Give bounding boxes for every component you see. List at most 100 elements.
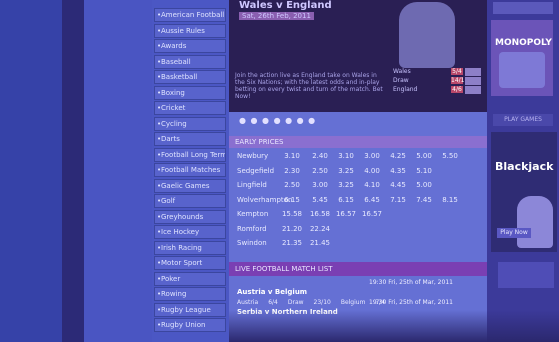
sidebar-item[interactable]: • Football Long Term [154,147,226,162]
race-time[interactable]: 3.10 [281,152,303,160]
race-time[interactable]: 7.15 [387,196,409,204]
monopoly-promo[interactable]: MONOPOLY [491,20,553,96]
bullet-icon: • [157,42,162,50]
race-time[interactable]: 5.00 [413,181,435,189]
bottom-thumbnail[interactable] [498,262,554,288]
hero-odds-row[interactable]: England 4/6 [389,86,485,95]
race-time[interactable]: 2.30 [281,167,303,175]
sidebar-item[interactable]: • Greyhounds [154,209,226,224]
sidebar-item[interactable]: • Golf [154,194,226,208]
race-time[interactable]: 3.25 [335,167,357,175]
race-time[interactable]: 5.10 [413,167,435,175]
venue-name[interactable]: Sedgefield [237,167,274,175]
race-time[interactable]: 15.58 [281,210,303,218]
sidebar-item[interactable]: • Irish Racing [154,240,226,255]
sidebar-item[interactable]: • Boxing [154,85,226,100]
sidebar-item[interactable]: • Ice Hockey [154,225,226,239]
fixture-odds-cell[interactable]: 6/4 [268,299,278,306]
sidebar-item[interactable]: • Cycling [154,116,226,131]
hero-description: Join the action live as England take on … [235,72,383,100]
carousel-dots[interactable]: ● ● ● ● ● ● ● [239,116,316,125]
odds-value[interactable]: 5/4 [451,68,463,75]
sidebar-item-label: Ice Hockey [161,228,200,236]
sidebar-item[interactable]: • Football Matches [154,163,226,177]
fixture-odds-cell[interactable]: Belgium [341,299,366,306]
venue-name[interactable]: Lingfield [237,181,267,189]
race-time[interactable]: 4.35 [387,167,409,175]
bet-slip-add[interactable] [465,77,481,85]
race-time[interactable]: 5.00 [413,152,435,160]
sidebar-item[interactable]: • Darts [154,132,226,146]
sidebar-item[interactable]: • Poker [154,271,226,286]
hero-odds-row[interactable]: Draw 14/1 [389,77,485,86]
sidebar-item[interactable]: • Gaelic Games [154,178,226,193]
sidebar-item[interactable]: • Baseball [154,54,226,69]
fixture-title[interactable]: Austria v Belgium [237,288,307,296]
fixture-odds-cell[interactable]: Austria [237,299,258,306]
sidebar-item[interactable]: • Rugby League [154,302,226,317]
hero-title: Wales v England [239,0,332,11]
race-time[interactable]: 2.40 [309,152,331,160]
bet-slip-add[interactable] [465,68,481,76]
sidebar-item-label: Greyhounds [161,212,204,221]
hero-banner[interactable]: Wales v England Sat, 26th Feb, 2011 Join… [229,0,487,112]
sidebar-item-label: Gaelic Games [161,181,210,190]
race-time[interactable]: 5.50 [439,152,461,160]
race-time[interactable]: 8.15 [439,196,461,204]
race-time[interactable]: 5.45 [309,196,331,204]
race-time[interactable]: 4.10 [361,181,383,189]
sidebar-item[interactable]: • Aussie Rules [154,23,226,38]
race-time[interactable]: 21.20 [281,225,303,233]
sports-sidebar: • American Football • Aussie Rules • Awards • B… [152,0,229,342]
table-row: Lingfield 2.50 3.00 3.25 4.10 4.45 5.00 [229,181,487,192]
bullet-icon: • [157,119,162,128]
odds-value[interactable]: 4/6 [451,86,463,93]
sidebar-item[interactable]: • Rugby Union [154,318,226,332]
race-time[interactable]: 16.57 [361,210,383,218]
race-time[interactable]: 21.45 [309,239,331,247]
venue-name[interactable]: Romford [237,225,267,233]
selection-label: Wales [393,68,411,75]
race-time[interactable]: 22.24 [309,225,331,233]
race-time[interactable]: 4.45 [387,181,409,189]
table-row: Kempton 15.58 16.58 16.57 16.57 [229,210,487,221]
sidebar-item[interactable]: • Cricket [154,101,226,115]
bet-slip-add[interactable] [465,86,481,94]
bullet-icon: • [157,305,162,314]
bullet-icon: • [157,212,162,221]
race-time[interactable]: 4.25 [387,152,409,160]
bullet-icon: • [157,135,162,143]
odds-value[interactable]: 14/1 [451,77,464,84]
race-time[interactable]: 6.15 [281,196,303,204]
bullet-icon: • [157,104,162,112]
fixture-odds-cell[interactable]: 23/10 [314,299,331,306]
venue-name[interactable]: Newbury [237,152,268,160]
sidebar-item-label: Motor Sport [161,259,203,267]
race-time[interactable]: 16.57 [335,210,357,218]
race-time[interactable]: 16.58 [309,210,331,218]
play-now-button[interactable]: Play Now [497,228,531,238]
race-time[interactable]: 4.00 [361,167,383,175]
sidebar-item[interactable]: • Rowing [154,287,226,301]
race-time[interactable]: 7.45 [413,196,435,204]
promo-strip[interactable] [493,2,553,14]
venue-name[interactable]: Swindon [237,239,267,247]
venue-name[interactable]: Kempton [237,210,268,218]
sidebar-item[interactable]: • American Football [154,8,226,22]
race-time[interactable]: 2.50 [281,181,303,189]
hero-odds-row[interactable]: Wales 5/4 [389,68,485,77]
sidebar-item[interactable]: • Awards [154,39,226,53]
race-time[interactable]: 6.15 [335,196,357,204]
sidebar-item-label: Darts [161,135,180,143]
race-time[interactable]: 6.45 [361,196,383,204]
race-time[interactable]: 3.10 [335,152,357,160]
race-time[interactable]: 3.00 [361,152,383,160]
sidebar-item[interactable]: • Motor Sport [154,256,226,270]
race-time[interactable]: 3.25 [335,181,357,189]
race-time[interactable]: 21.35 [281,239,303,247]
race-time[interactable]: 2.50 [309,167,331,175]
sidebar-item[interactable]: • Basketball [154,70,226,84]
fixture-odds-cell[interactable]: Draw [288,299,304,306]
race-time[interactable]: 3.00 [309,181,331,189]
blackjack-promo[interactable]: Blackjack Play Now [491,132,557,252]
